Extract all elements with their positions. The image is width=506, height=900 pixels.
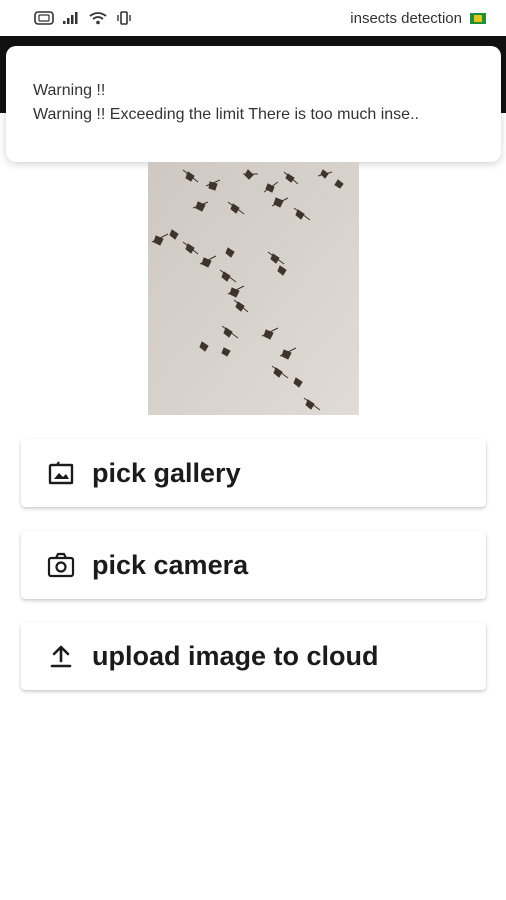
signal-icon xyxy=(62,11,80,25)
vibrate-icon xyxy=(116,11,132,25)
upload-icon xyxy=(46,641,76,671)
wifi-icon xyxy=(88,11,108,25)
pick-camera-label: pick camera xyxy=(92,549,249,580)
status-app-name: insects detection xyxy=(350,9,462,27)
status-bar: insects detection xyxy=(0,0,506,36)
upload-image-button[interactable]: upload image to cloud xyxy=(21,622,486,690)
pick-gallery-button[interactable]: pick gallery xyxy=(21,439,486,507)
notification-title: Warning !! xyxy=(33,82,106,99)
warning-notification[interactable]: Warning !! Warning !! Exceeding the limi… xyxy=(6,46,501,162)
status-icons xyxy=(34,11,132,25)
pick-camera-button[interactable]: pick camera xyxy=(21,531,486,599)
camera-icon xyxy=(46,550,76,580)
notification-body: Warning !! Exceeding the limit There is … xyxy=(33,106,419,123)
sim-icon xyxy=(34,11,54,25)
gallery-icon xyxy=(46,458,76,488)
status-right: insects detection xyxy=(350,10,486,27)
pick-gallery-label: pick gallery xyxy=(92,457,241,488)
flag-icon xyxy=(470,12,486,24)
upload-image-label: upload image to cloud xyxy=(92,640,379,671)
insects-photo xyxy=(148,162,359,415)
